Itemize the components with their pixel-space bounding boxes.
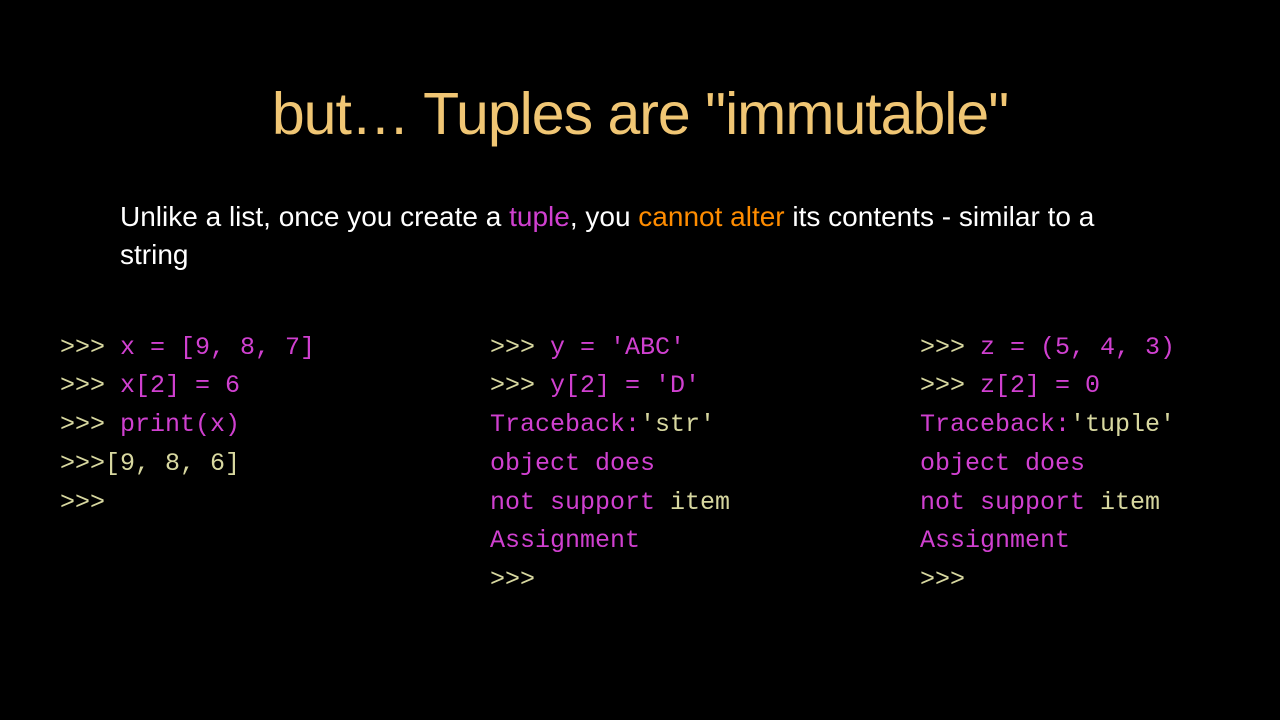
prompt: >>> <box>60 371 120 400</box>
code-columns: >>> x = [9, 8, 7] >>> x[2] = 6 >>> print… <box>60 329 1220 600</box>
prompt: >>> <box>60 333 120 362</box>
code-line: >>> y[2] = 'D' <box>490 367 890 406</box>
code-line: not support item <box>490 484 890 523</box>
code-line: >>> x[2] = 6 <box>60 367 460 406</box>
slide: but… Tuples are "immutable" Unlike a lis… <box>0 0 1280 720</box>
code: z = (5, 4, 3) <box>980 333 1175 362</box>
subtitle-cannot-alter: cannot alter <box>638 201 784 232</box>
code-column-tuple: >>> z = (5, 4, 3) >>> z[2] = 0 Traceback… <box>920 329 1280 600</box>
prompt: >>> <box>920 371 980 400</box>
code: y = 'ABC' <box>550 333 685 362</box>
code-line: object does <box>920 445 1280 484</box>
prompt: >>> <box>490 333 550 362</box>
code: 'tuple' <box>1070 410 1175 439</box>
code: y[2] = 'D' <box>550 371 700 400</box>
code: 'str' <box>640 410 715 439</box>
subtitle-part: Unlike a list, once you create a <box>120 201 509 232</box>
code: x[2] = 6 <box>120 371 240 400</box>
code-line: >>> <box>60 484 460 523</box>
code-column-string: >>> y = 'ABC' >>> y[2] = 'D' Traceback:'… <box>490 329 890 600</box>
code: not support <box>920 488 1100 517</box>
code-line: >>>[9, 8, 6] <box>60 445 460 484</box>
prompt: >>> <box>920 333 980 362</box>
code-line: >>> x = [9, 8, 7] <box>60 329 460 368</box>
subtitle-part: , you <box>570 201 638 232</box>
subtitle-tuple: tuple <box>509 201 570 232</box>
traceback: Traceback: <box>920 410 1070 439</box>
code-line: >>> y = 'ABC' <box>490 329 890 368</box>
code-line: Traceback:'tuple' <box>920 406 1280 445</box>
code-line: >>> <box>920 561 1280 600</box>
slide-title: but… Tuples are "immutable" <box>60 80 1220 148</box>
prompt: >>> <box>490 371 550 400</box>
code-line: Assignment <box>920 522 1280 561</box>
prompt: >>> <box>60 410 120 439</box>
code-line: >>> print(x) <box>60 406 460 445</box>
code-line: Traceback:'str' <box>490 406 890 445</box>
code: x = [9, 8, 7] <box>120 333 315 362</box>
code: print(x) <box>120 410 240 439</box>
code-line: >>> z = (5, 4, 3) <box>920 329 1280 368</box>
code-line: Assignment <box>490 522 890 561</box>
code: not support <box>490 488 670 517</box>
code-column-list: >>> x = [9, 8, 7] >>> x[2] = 6 >>> print… <box>60 329 460 600</box>
code: item <box>1100 488 1160 517</box>
slide-subtitle: Unlike a list, once you create a tuple, … <box>120 198 1170 274</box>
code: item <box>670 488 730 517</box>
code-line: not support item <box>920 484 1280 523</box>
traceback: Traceback: <box>490 410 640 439</box>
code-line: object does <box>490 445 890 484</box>
code-line: >>> <box>490 561 890 600</box>
code-line: >>> z[2] = 0 <box>920 367 1280 406</box>
code: z[2] = 0 <box>980 371 1100 400</box>
